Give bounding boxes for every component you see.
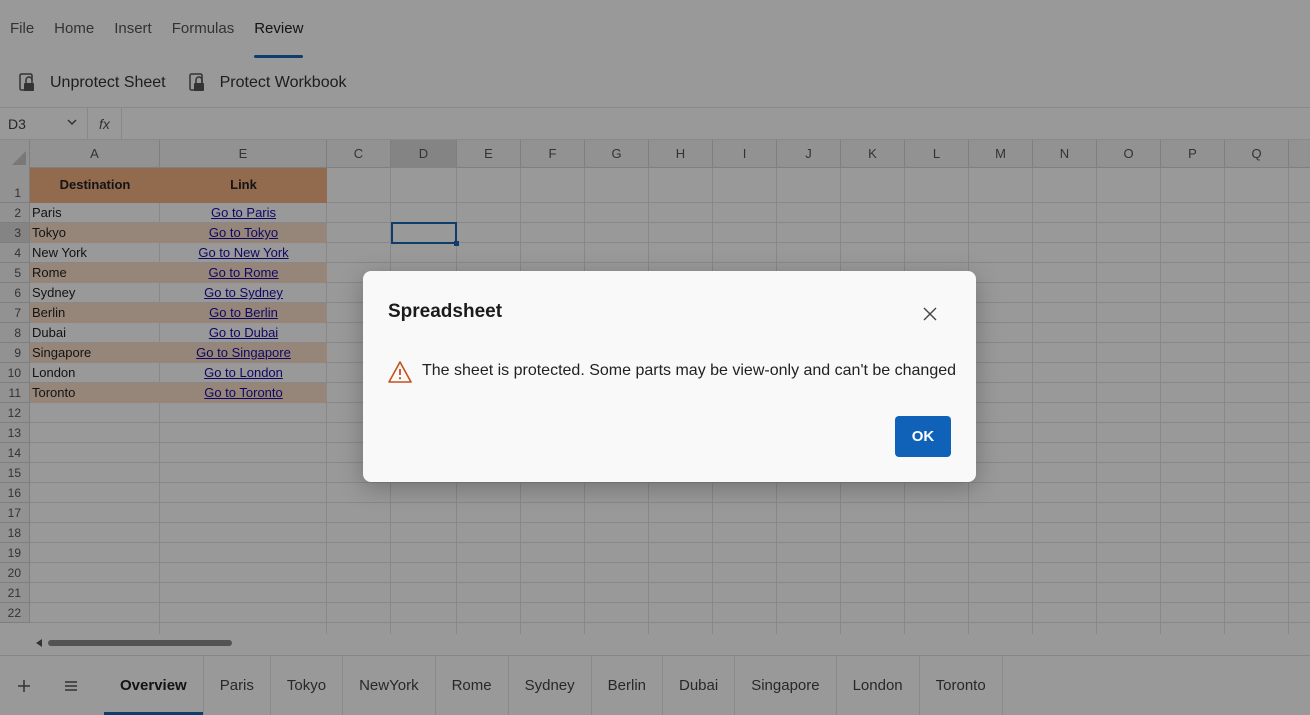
warning-icon [388,360,412,384]
close-button[interactable] [920,304,940,324]
spreadsheet-app: File Home Insert Formulas Review Unprote… [0,0,1310,715]
dialog-message: The sheet is protected. Some parts may b… [422,362,957,379]
close-icon [923,307,937,321]
dialog-title: Spreadsheet [388,301,503,322]
protected-sheet-dialog: Spreadsheet The sheet is protected. Some… [363,271,976,482]
ok-button[interactable]: OK [895,416,951,457]
